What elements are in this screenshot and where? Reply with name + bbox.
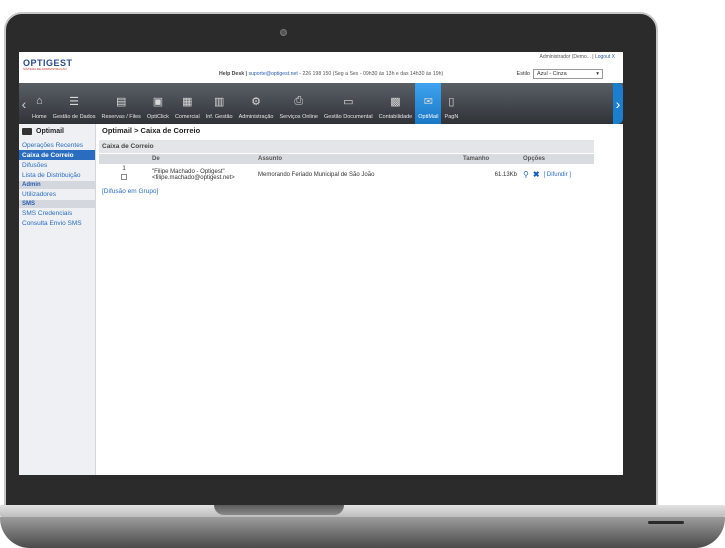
user-name: Administrador (Demo... | <box>539 54 594 60</box>
main-toolbar: ‹ ⌂ Home ☰ Gestão de Dados ▤ Reservas / … <box>19 83 623 124</box>
breadcrumb: Optimail > Caixa de Correio <box>102 126 201 135</box>
column-header-tamanho: Tamanho <box>460 154 520 164</box>
mailbox-table: De Assunto Tamanho Opções 1 "Filipe Mach… <box>99 154 594 186</box>
size-cell: 61.13Kb <box>494 171 517 178</box>
sidebar-item-sms-credenciais[interactable]: SMS Credenciais <box>19 208 95 218</box>
top-bar: OPTIGEST SISTEMA DE ADMINISTRAÇÃO Admini… <box>19 52 623 83</box>
sidebar-title-label: Optimail <box>36 128 65 135</box>
toolbar-item-servicos-online[interactable]: ⎙ Serviços Online <box>276 83 321 124</box>
style-select[interactable]: Azul - Cinza ▾ <box>533 69 603 79</box>
toolbar-item-comercial[interactable]: ▦ Comercial <box>172 83 203 124</box>
base-top <box>0 505 725 517</box>
panel-title: Caixa de Correio <box>99 140 594 153</box>
helpdesk-hours: - 226 198 150 (Seg a Sex - 09h30 às 13h … <box>299 71 444 77</box>
toolbar-item-reservas[interactable]: ▤ Reservas / Files <box>98 83 143 124</box>
toolbar-item-label: Administração <box>238 114 274 120</box>
logo-tagline: SISTEMA DE ADMINISTRAÇÃO <box>23 67 67 71</box>
sidebar-section-admin: Admin <box>19 181 95 189</box>
calculator-icon: ▩ <box>390 95 401 108</box>
toolbar-item-label: Contabilidade <box>378 114 413 120</box>
toolbar-item-label: Inf. Gestão <box>205 114 233 120</box>
view-icon[interactable]: ⚲ <box>523 170 529 179</box>
toolbar-item-label: Gestão de Dados <box>52 114 96 120</box>
style-value: Azul - Cinza <box>537 71 567 77</box>
helpdesk-label: Help Desk | <box>219 71 247 77</box>
table-row[interactable]: 1 "Filipe Machado - Optigest" <filipe.ma… <box>99 164 594 186</box>
toolbar-item-label: PagN <box>444 114 459 120</box>
difundir-link[interactable]: [ Difundir ] <box>544 172 571 178</box>
helpdesk-info: Help Desk | suporte@optigest.net - 226 1… <box>219 71 443 77</box>
logout-link[interactable]: Logout X <box>595 54 615 60</box>
column-header-opcoes: Opções <box>520 154 594 164</box>
doc-icon: ▯ <box>448 95 455 108</box>
toolbar-item-label: OptiClick <box>146 114 169 120</box>
sidebar-item-lista-distribuicao[interactable]: Lista de Distribuição <box>19 170 95 180</box>
toolbar-item-pagn[interactable]: ▯ PagN <box>441 83 461 124</box>
row-number: 1 <box>122 166 126 172</box>
toolbar-item-administracao[interactable]: ⚙ Administração <box>236 83 277 124</box>
mail-icon: ✉ <box>423 95 433 108</box>
base-indicator <box>648 521 684 524</box>
sidebar: Optimail Operações Recentes Caixa de Cor… <box>19 124 96 475</box>
home-icon: ⌂ <box>36 95 43 107</box>
helpdesk-email[interactable]: suporte@optigest.net <box>248 71 297 77</box>
base-bottom <box>0 517 725 548</box>
toolbar-item-label: Reservas / Files <box>101 114 141 120</box>
envelope-icon <box>22 128 32 135</box>
column-header-de: De <box>149 154 255 164</box>
row-number-cell: 1 <box>99 164 149 186</box>
sidebar-section-sms: SMS <box>19 200 95 208</box>
toolbar-item-gestao-dados[interactable]: ☰ Gestão de Dados <box>50 83 99 124</box>
main-content: Optimail > Caixa de Correio Caixa de Cor… <box>99 124 619 475</box>
toolbar-item-label: Comercial <box>174 114 200 120</box>
column-header-assunto: Assunto <box>255 154 460 164</box>
laptop-frame: OPTIGEST SISTEMA DE ADMINISTRAÇÃO Admini… <box>0 0 725 548</box>
gears-icon: ⚙ <box>251 95 261 108</box>
toolbar-item-contabilidade[interactable]: ▩ Contabilidade <box>376 83 416 124</box>
column-header-num <box>99 154 149 164</box>
toolbar-item-optimail[interactable]: ✉ OptiMail <box>415 83 442 124</box>
sidebar-item-caixa-de-correio[interactable]: Caixa de Correio <box>19 150 95 160</box>
list-icon: ☰ <box>69 95 80 108</box>
row-checkbox[interactable] <box>121 173 127 180</box>
style-selector: Estilo Azul - Cinza ▾ <box>517 69 603 79</box>
commercial-icon: ▦ <box>182 95 193 108</box>
book-icon: ▭ <box>343 95 354 108</box>
toolbar-item-inf-gestao[interactable]: ▥ Inf. Gestão <box>203 83 236 124</box>
delete-icon[interactable]: ✖ <box>533 170 540 179</box>
chevron-down-icon: ▾ <box>596 71 599 77</box>
screen: OPTIGEST SISTEMA DE ADMINISTRAÇÃO Admini… <box>19 52 623 475</box>
from-cell: "Filipe Machado - Optigest" <filipe.mach… <box>149 164 255 186</box>
subject-cell[interactable]: Memorando Feriado Municipal de São João <box>255 164 460 186</box>
chart-icon: ▥ <box>213 95 225 108</box>
toolbar-item-home[interactable]: ⌂ Home <box>29 83 50 124</box>
sidebar-item-difusoes[interactable]: Difusões <box>19 160 95 170</box>
user-info: Administrador (Demo... | Logout X <box>539 54 615 60</box>
toolbar-item-gestao-documental[interactable]: ▭ Gestão Documental <box>321 83 376 124</box>
printer-icon: ⎙ <box>294 94 304 107</box>
click-icon: ▣ <box>152 95 164 108</box>
difusao-em-grupo-link[interactable]: [Difusão em Grupo] <box>99 186 619 197</box>
sidebar-title: Optimail <box>19 124 95 140</box>
table-header-row: De Assunto Tamanho Opções <box>99 154 594 164</box>
toolbar-item-label: Gestão Documental <box>324 114 373 120</box>
toolbar-item-opticlick[interactable]: ▣ OptiClick <box>144 83 172 124</box>
sidebar-item-operacoes-recentes[interactable]: Operações Recentes <box>19 140 95 150</box>
options-cell: ⚲ ✖ [ Difundir ] <box>520 164 594 186</box>
optigest-logo: OPTIGEST SISTEMA DE ADMINISTRAÇÃO <box>23 58 83 72</box>
toolbar-item-label: OptiMail <box>418 114 439 120</box>
files-icon: ▤ <box>116 95 127 108</box>
camera-icon <box>280 29 287 36</box>
toolbar-item-label: Serviços Online <box>279 114 318 120</box>
scroll-right-icon[interactable]: › <box>613 83 623 124</box>
laptop-base <box>0 505 725 548</box>
style-label: Estilo <box>516 71 530 77</box>
sidebar-item-utilizadores[interactable]: Utilizadores <box>19 189 95 199</box>
base-notch <box>214 505 344 515</box>
toolbar-item-label: Home <box>32 114 47 120</box>
scroll-left-icon[interactable]: ‹ <box>19 83 29 124</box>
from-email: <filipe.machado@optigest.net> <box>152 174 235 181</box>
sidebar-item-consulta-envio-sms[interactable]: Consulta Envio SMS <box>19 218 95 228</box>
